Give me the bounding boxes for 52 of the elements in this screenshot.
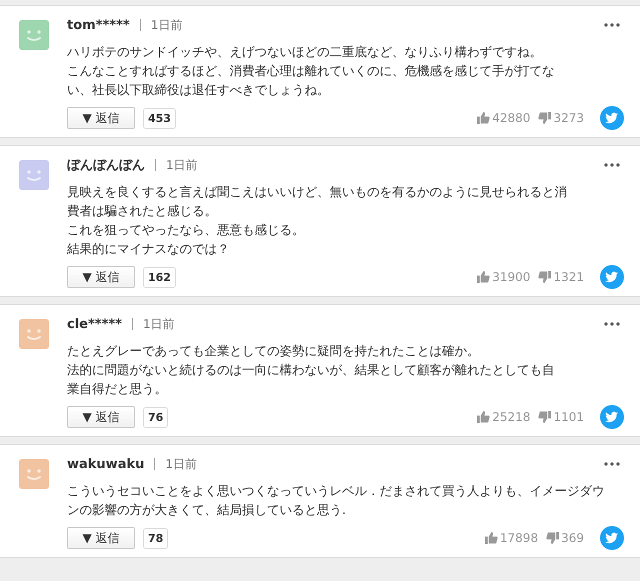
bird-icon[interactable] <box>600 405 624 429</box>
comment-text-line: これを狙ってやったなら、悪意も感じる。 <box>67 221 304 239</box>
reply-count: 76 <box>143 406 168 428</box>
bird-icon[interactable] <box>600 106 624 130</box>
reply-button[interactable]: ▼ 返信 <box>67 107 135 129</box>
like-count: 42880 <box>492 111 530 125</box>
comment-text-line: 法的に問題がないと続けるのは一向に構わないが、結果として顧客が離れたとしても自 <box>67 361 554 379</box>
thumbs-down-icon[interactable] <box>538 112 552 124</box>
dislike-count: 3273 <box>553 111 584 125</box>
comment-text-line: こういうセコいことをよく思いつくなっていうレベル．だまされて買う人よりも、イメージダウ <box>67 482 604 500</box>
bird-icon[interactable] <box>600 526 624 550</box>
comment-text-line: こんなことすればするほど、消費者心理は離れていくのに、危機感を感じて手が打てな <box>67 62 554 80</box>
comment-text-line: ンの影響の方が大きくて、結局損していると思う. <box>67 501 346 519</box>
thumbs-down-icon[interactable] <box>538 411 552 423</box>
comment-text-line: 業自得だと思う。 <box>67 380 167 398</box>
bird-icon[interactable] <box>600 265 624 289</box>
more-icon[interactable] <box>604 322 620 326</box>
comment-text-line: ハリボテのサンドイッチや、えげつないほどの二重底など、なりふり構わずですね。 <box>67 43 542 61</box>
post-time: 1日前 <box>165 456 198 472</box>
dislike-count: 369 <box>561 531 584 545</box>
reply-count: 162 <box>143 266 176 288</box>
like-count: 17898 <box>500 531 538 545</box>
more-icon[interactable] <box>604 163 620 167</box>
username[interactable]: cle***** <box>67 316 122 332</box>
comment-text-line: たとえグレーであっても企業としての姿勢に疑問を持たれたことは確か。 <box>67 342 480 360</box>
reply-button[interactable]: ▼ 返信 <box>67 527 135 549</box>
post-time: 1日前 <box>166 156 198 174</box>
post-time: 1日前 <box>150 16 182 34</box>
thumbs-down-icon[interactable] <box>546 532 560 544</box>
dislike-count: 1321 <box>553 270 584 284</box>
like-count: 31900 <box>492 270 530 284</box>
comment-text-line: 結果的にマイナスなのでは？ <box>67 240 230 258</box>
username[interactable]: ぼんぼんぼん <box>67 156 145 174</box>
reply-count: 453 <box>143 108 176 128</box>
dislike-count: 1101 <box>553 410 584 424</box>
thumbs-up-icon[interactable] <box>484 532 498 544</box>
reply-button[interactable]: ▼ 返信 <box>67 266 135 288</box>
thumbs-down-icon[interactable] <box>538 271 552 283</box>
post-time: 1日前 <box>142 316 175 332</box>
reply-count: 78 <box>143 528 168 548</box>
thumbs-up-icon[interactable] <box>477 411 490 423</box>
thumbs-up-icon[interactable] <box>477 271 490 283</box>
username[interactable]: tom***** <box>67 18 130 32</box>
more-icon[interactable] <box>604 462 620 466</box>
comment-text-line: 見映えを良くすると言えば聞こえはいいけど、無いものを有るかのように見せられると消 <box>67 183 567 201</box>
like-count: 25218 <box>492 410 530 424</box>
comment-text-line: 費者は騙されたと感じる。 <box>67 202 217 220</box>
thumbs-up-icon[interactable] <box>477 112 490 124</box>
more-icon[interactable] <box>604 23 620 27</box>
username[interactable]: wakuwaku <box>67 456 144 472</box>
comment-text-line: い、社長以下取締役は退任すべきでしょうね。 <box>67 81 330 99</box>
reply-button[interactable]: ▼ 返信 <box>67 406 135 428</box>
